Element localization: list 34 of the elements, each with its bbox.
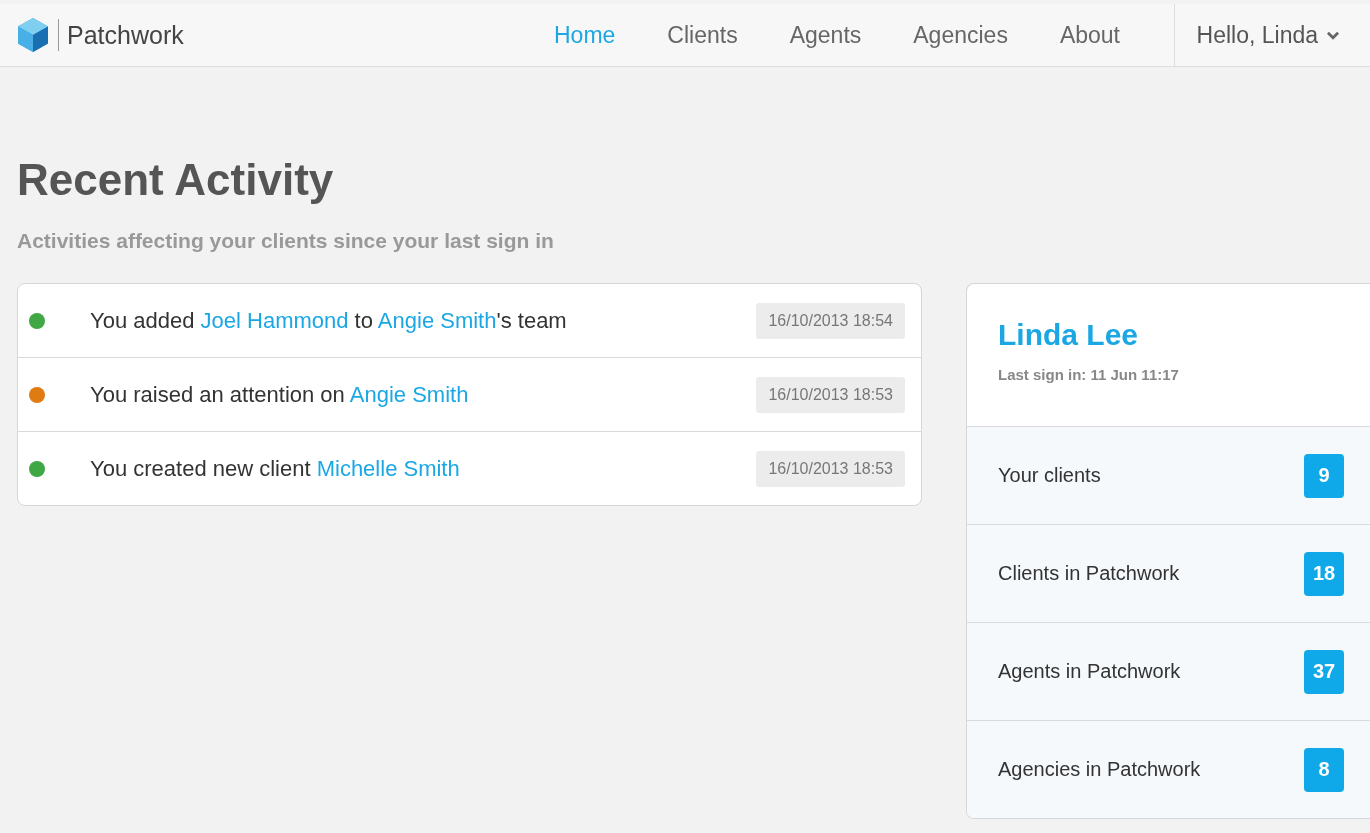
count-badge: 18 (1304, 551, 1344, 596)
stat-label: Agents in Patchwork (998, 660, 1181, 683)
last-sign-in: Last sign in: 11 Jun 11:17 (998, 366, 1180, 383)
stat-row[interactable]: Agents in Patchwork 37 (967, 622, 1370, 720)
count-badge: 9 (1304, 453, 1344, 498)
page-subtitle: Activities affecting your clients since your last sign in (17, 229, 555, 253)
nav-link[interactable]: Agents (763, 21, 888, 49)
client-link[interactable]: Angie Smith (349, 381, 469, 407)
stat-label: Clients in Patchwork (998, 562, 1180, 585)
client-link[interactable]: Angie Smith (377, 307, 497, 333)
client-link[interactable]: Joel Hammond (200, 307, 349, 333)
count-badge: 37 (1304, 649, 1344, 694)
timestamp-badge: 16/10/2013 18:53 (756, 450, 905, 487)
client-link[interactable]: Michelle Smith (316, 455, 460, 481)
logo-icon (18, 18, 48, 52)
brand-name[interactable]: Patchwork (67, 20, 184, 50)
nav-link[interactable]: Clients (641, 21, 764, 49)
activity-text: You added Joel Hammond to Angie Smith's team (90, 307, 568, 334)
stat-label: Agencies in Patchwork (998, 758, 1201, 781)
page-title: Recent Activity (17, 155, 335, 205)
timestamp-badge: 16/10/2013 18:54 (756, 302, 905, 339)
nav-link[interactable]: Agencies (887, 21, 1034, 49)
profile-name[interactable]: Linda Lee (998, 318, 1370, 352)
timestamp-badge: 16/10/2013 18:53 (756, 376, 905, 413)
stat-row[interactable]: Your clients 9 (967, 426, 1370, 524)
stat-row[interactable]: Agencies in Patchwork 8 (967, 720, 1370, 818)
stat-row[interactable]: Clients in Patchwork 18 (967, 524, 1370, 622)
chevron-down-icon (1326, 30, 1340, 40)
activity-text: You created new client Michelle Smith (90, 455, 461, 482)
stat-label: Your clients (998, 464, 1101, 487)
user-menu[interactable]: Hello, Linda (1173, 4, 1370, 66)
nav-link[interactable]: About (1033, 21, 1146, 49)
count-badge: 8 (1304, 747, 1344, 792)
activity-text: You raised an attention on Angie Smith (90, 381, 470, 408)
